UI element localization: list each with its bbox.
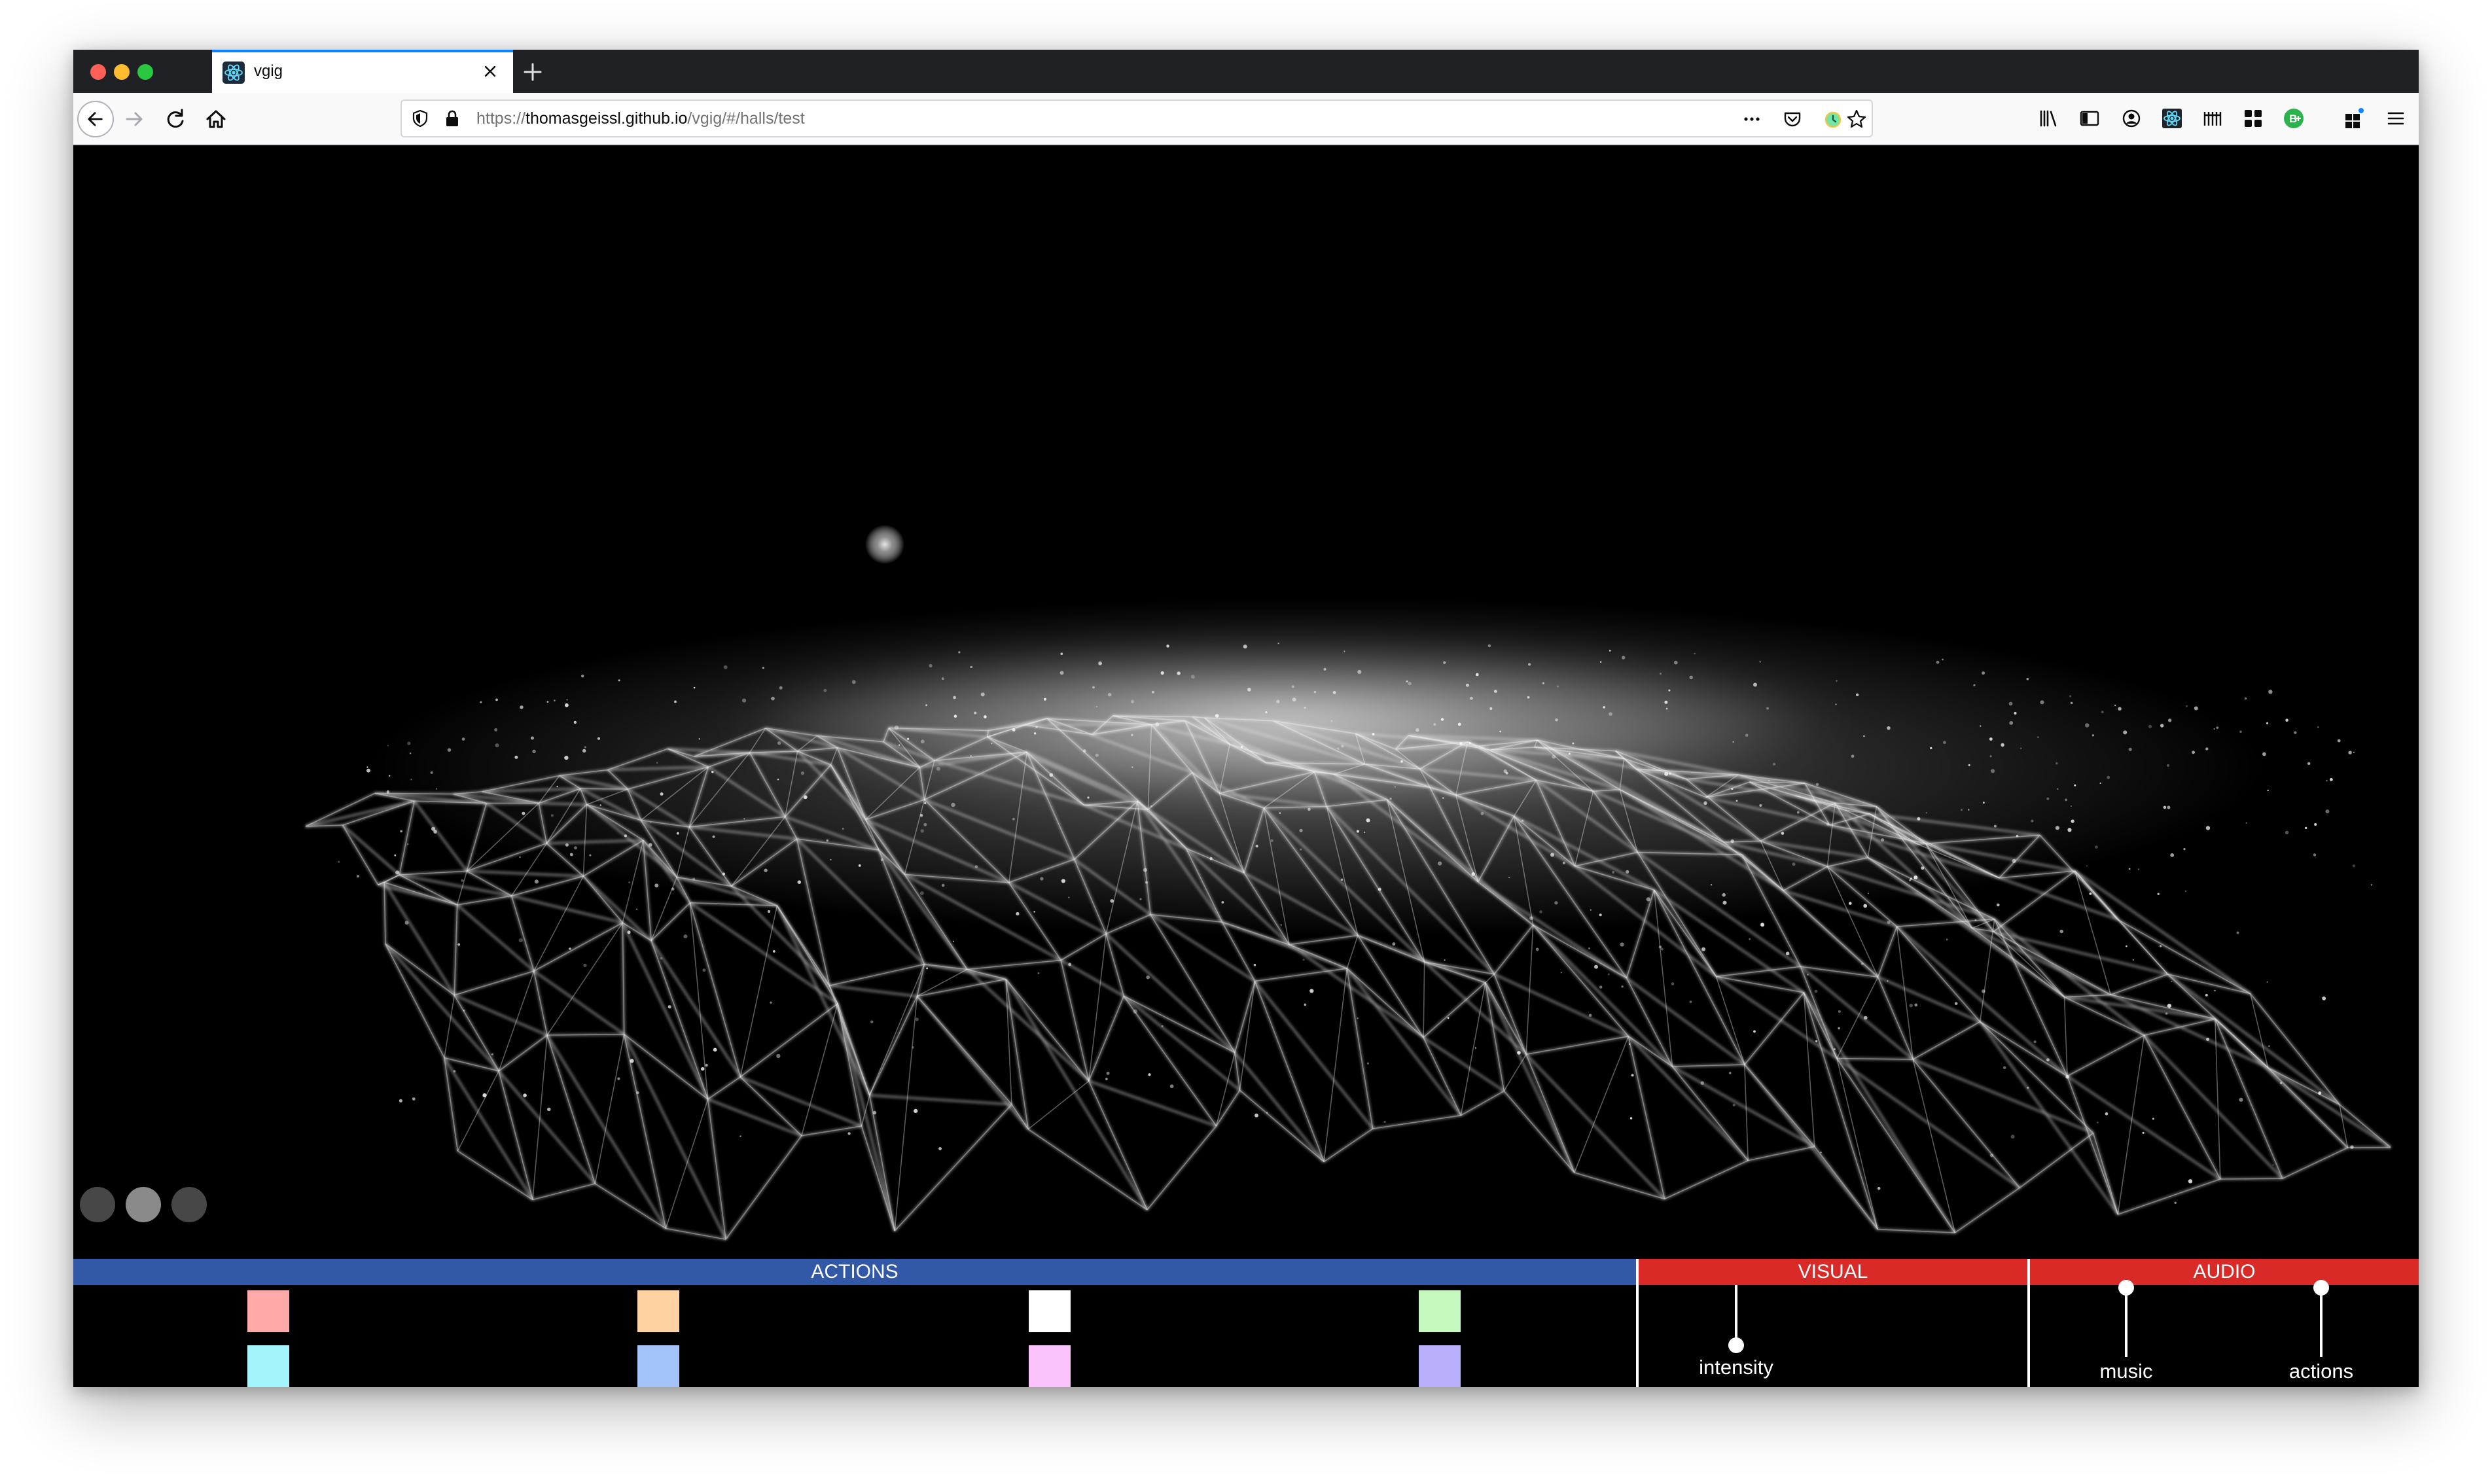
react-atom-icon: [222, 62, 245, 84]
new-tab-button[interactable]: [518, 58, 547, 86]
actions-label: actions: [2288, 1360, 2354, 1383]
react-devtools-icon[interactable]: [2160, 106, 2184, 131]
lock-icon[interactable]: [442, 108, 462, 129]
music-label: music: [2099, 1360, 2153, 1383]
window-maximize-button[interactable]: [137, 64, 153, 80]
library-icon[interactable]: [2037, 106, 2061, 131]
slider-handle[interactable]: [1728, 1337, 1744, 1353]
slider-handle[interactable]: [2118, 1280, 2134, 1296]
tab-vgig[interactable]: vgig: [212, 50, 513, 93]
action-trigger-2[interactable]: [637, 1290, 679, 1332]
tracking-protection-shield-icon[interactable]: [410, 108, 431, 129]
slider-track[interactable]: [2320, 1288, 2323, 1357]
url-path: /vgig/#/halls/test: [687, 109, 805, 128]
view-dot[interactable]: [126, 1187, 161, 1222]
url-bar[interactable]: https://thomasgeissl.github.io/vgig/#/ha…: [400, 99, 1873, 137]
section-divider: [2027, 1259, 2030, 1387]
control-panel: ACTIONS VISUAL AUDIO intensity music act…: [73, 1259, 2419, 1387]
url-host: thomasgeissl.github.io: [525, 109, 688, 128]
extensions-icon[interactable]: [2341, 106, 2366, 131]
menu-icon[interactable]: [2383, 106, 2408, 131]
grid-apps-icon[interactable]: [2241, 106, 2266, 131]
action-trigger-6[interactable]: [637, 1345, 679, 1387]
view-dot[interactable]: [171, 1187, 207, 1222]
visual-section-header: VISUAL: [1639, 1259, 2027, 1285]
forward-button[interactable]: [116, 101, 153, 137]
action-trigger-5[interactable]: [247, 1345, 289, 1387]
tab-title: vgig: [254, 62, 283, 80]
extension-timer-icon[interactable]: [1822, 108, 1844, 130]
navigation-toolbar: https://thomasgeissl.github.io/vgig/#/ha…: [73, 93, 2419, 145]
window-minimize-button[interactable]: [114, 64, 130, 80]
audio-section-header: AUDIO: [2030, 1259, 2419, 1285]
close-tab-icon[interactable]: [479, 60, 501, 82]
section-divider: [1636, 1259, 1639, 1387]
particle-mesh-visualization[interactable]: [73, 145, 2419, 1259]
intensity-label: intensity: [1699, 1356, 1773, 1379]
reload-button[interactable]: [157, 101, 194, 137]
page-actions-ellipsis-icon[interactable]: [1741, 108, 1763, 130]
extension-b-icon[interactable]: B: [2281, 106, 2306, 131]
sidebar-icon[interactable]: [2077, 106, 2102, 131]
home-button[interactable]: [198, 101, 234, 137]
page-content: ACTIONS VISUAL AUDIO intensity music act…: [73, 145, 2419, 1387]
slider-handle[interactable]: [2313, 1280, 2329, 1296]
window-close-button[interactable]: [90, 64, 106, 80]
action-trigger-1[interactable]: [247, 1290, 289, 1332]
bars-icon[interactable]: [2200, 106, 2225, 131]
action-trigger-7[interactable]: [1029, 1345, 1071, 1387]
slider-track[interactable]: [1735, 1285, 1737, 1343]
url-scheme: https://: [476, 109, 526, 128]
pocket-icon[interactable]: [1781, 108, 1804, 130]
back-button[interactable]: [77, 101, 114, 137]
url-text[interactable]: https://thomasgeissl.github.io/vgig/#/ha…: [476, 109, 805, 128]
view-dot[interactable]: [80, 1187, 115, 1222]
browser-window: vgig https://thomasgeissl.github.io/vgig…: [73, 50, 2419, 1387]
slider-track[interactable]: [2125, 1288, 2127, 1357]
action-trigger-4[interactable]: [1419, 1290, 1461, 1332]
action-trigger-3[interactable]: [1029, 1290, 1071, 1332]
actions-section-header: ACTIONS: [73, 1259, 1636, 1285]
account-icon[interactable]: [2119, 106, 2144, 131]
action-trigger-8[interactable]: [1419, 1345, 1461, 1387]
bookmark-star-icon[interactable]: [1845, 108, 1868, 130]
tab-strip: vgig: [73, 50, 2419, 93]
